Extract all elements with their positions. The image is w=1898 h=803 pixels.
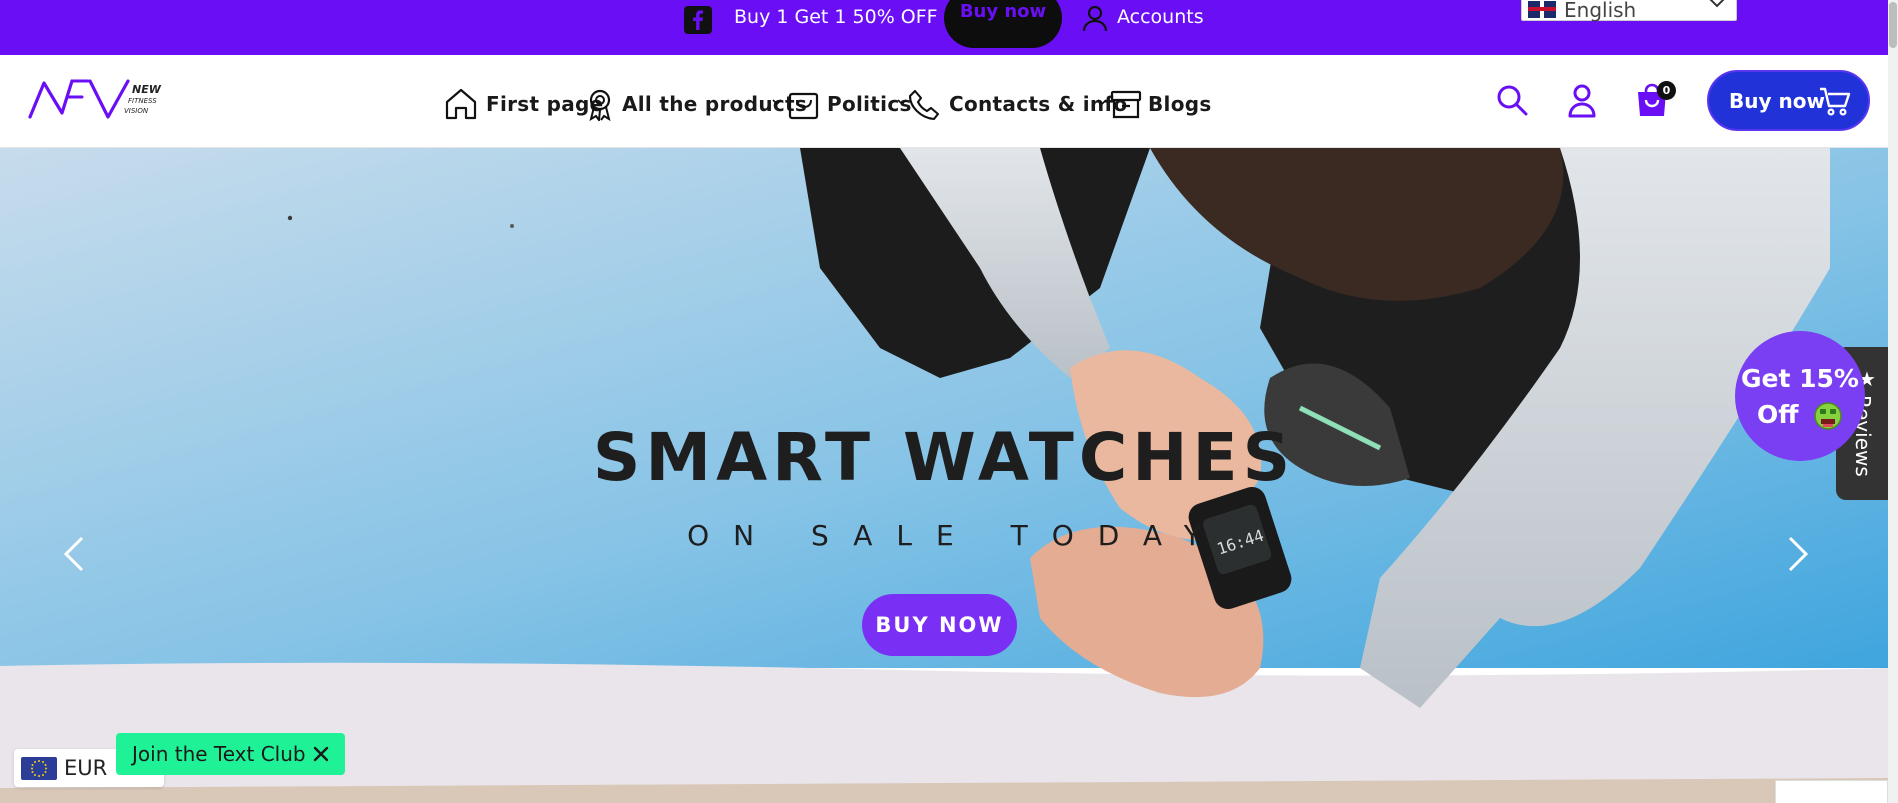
language-value: English	[1564, 0, 1637, 22]
discount-popup-button[interactable]: Get 15% Off	[1735, 331, 1865, 461]
header-buy-now-button[interactable]: Buy now	[1707, 70, 1870, 131]
discount-line1: Get 15%	[1741, 364, 1859, 393]
phone-icon	[908, 89, 940, 121]
site-header: NEW FITNESS VISION First page All the pr…	[0, 55, 1888, 148]
shopping-bag-icon	[788, 92, 819, 120]
currency-code: EUR	[64, 756, 108, 780]
facebook-icon[interactable]	[684, 6, 712, 34]
user-icon[interactable]	[1082, 4, 1108, 32]
search-icon[interactable]	[1494, 82, 1530, 118]
money-face-emoji-icon	[1814, 402, 1842, 430]
text-club-label: Join the Text Club	[132, 742, 306, 766]
corner-widget[interactable]	[1775, 780, 1888, 803]
chevron-down-icon	[1097, 99, 1107, 106]
hero-subtitle: ON SALE TODAY	[687, 519, 1225, 552]
cart-count-badge: 0	[1657, 81, 1676, 100]
slider-prev-arrow-icon[interactable]	[60, 534, 90, 574]
promo-text: Buy 1 Get 1 50% OFF	[734, 6, 938, 28]
announcement-bar: Buy 1 Get 1 50% OFF Buy now Accounts Eng…	[0, 0, 1888, 55]
chevron-down-icon	[772, 99, 782, 106]
language-select[interactable]: English	[1521, 0, 1737, 21]
hero-slider: 16:44 SMART WATCHES ON SALE TODAY BUY NO…	[0, 148, 1888, 803]
nav-item-first-page[interactable]: First page	[444, 85, 603, 125]
svg-text:VISION: VISION	[124, 107, 149, 115]
page-scrollbar[interactable]	[1888, 0, 1898, 803]
uk-flag-icon	[1528, 1, 1556, 18]
home-icon	[445, 88, 477, 120]
nav-item-politics[interactable]: Politics	[787, 85, 911, 125]
close-icon[interactable]	[312, 745, 330, 763]
discount-line2: Off	[1757, 400, 1799, 429]
text-club-banner[interactable]: Join the Text Club	[116, 733, 345, 775]
scrollbar-thumb[interactable]	[1889, 2, 1897, 48]
hero-title: SMART WATCHES	[592, 419, 1296, 496]
account-icon[interactable]	[1564, 82, 1600, 118]
award-badge-icon	[589, 89, 611, 121]
accounts-link[interactable]: Accounts	[1117, 4, 1204, 30]
eu-flag-icon	[21, 757, 57, 780]
brand-logo[interactable]: NEW FITNESS VISION	[28, 77, 172, 121]
topbar-buy-now-button[interactable]: Buy now	[944, 0, 1062, 48]
chevron-down-icon	[1709, 0, 1725, 8]
svg-text:NEW: NEW	[132, 83, 162, 96]
nav-item-all-products[interactable]: All the products	[584, 85, 807, 125]
hero-buy-now-button[interactable]: BUY NOW	[862, 594, 1017, 656]
svg-text:FITNESS: FITNESS	[128, 97, 157, 105]
shopping-cart-icon	[1820, 87, 1851, 116]
nav-item-blogs[interactable]: Blogs	[1109, 85, 1212, 125]
nav-item-contacts-info[interactable]: Contacts & info	[907, 85, 1127, 125]
buy-now-label: Buy now	[1729, 89, 1825, 113]
nav-label: Blogs	[1148, 92, 1212, 116]
chevron-down-icon	[897, 99, 907, 106]
slider-next-arrow-icon[interactable]	[1782, 534, 1812, 574]
archive-box-icon	[1110, 90, 1142, 119]
